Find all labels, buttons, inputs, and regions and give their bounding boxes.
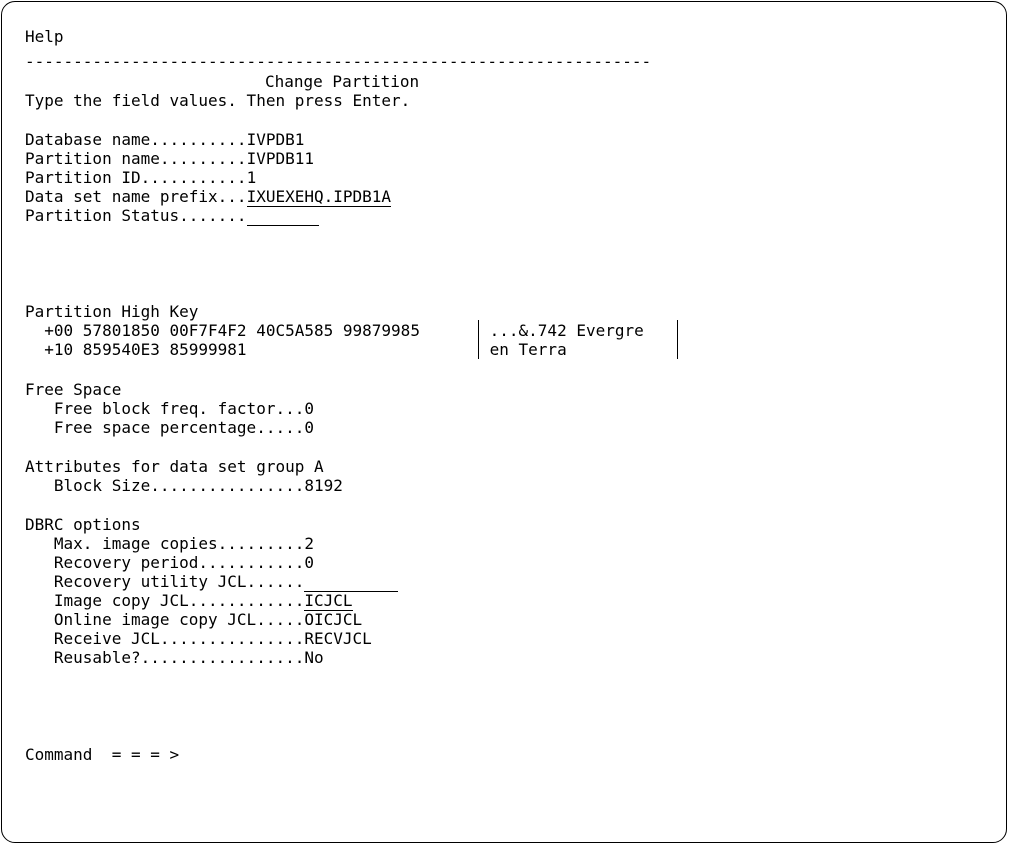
reusable-row: Reusable?.................No: [25, 648, 324, 668]
dbrc-heading: DBRC options: [25, 515, 141, 534]
recovery-period-value[interactable]: 0: [304, 553, 314, 572]
reusable-label: Reusable?.................: [25, 648, 305, 667]
dsn-prefix-label: Data set name prefix...: [25, 187, 247, 206]
panel-instruction: Type the field values. Then press Enter.: [25, 91, 411, 110]
reusable-value[interactable]: No: [304, 648, 323, 667]
command-prompt: Command = = = >: [25, 745, 180, 764]
terminal-screen: Help -----------------------------------…: [0, 0, 1010, 846]
database-name-row: Database name..........IVPDB1: [25, 130, 304, 150]
receive-jcl-label: Receive JCL...............: [25, 629, 305, 648]
high-key-divider-left: [478, 320, 479, 340]
high-key-chars-row-1: en Terra: [480, 340, 567, 359]
receive-jcl-row: Receive JCL...............RECVJCL: [25, 629, 372, 649]
block-size-label: Block Size................: [25, 476, 305, 495]
high-key-divider-left: [478, 339, 479, 359]
max-image-copies-value[interactable]: 2: [304, 534, 314, 553]
high-key-divider-right: [677, 320, 678, 340]
partition-status-label: Partition Status.......: [25, 206, 247, 225]
database-name-value: IVPDB1: [246, 130, 305, 149]
free-space-pct-row: Free space percentage.....0: [25, 418, 314, 438]
partition-name-row: Partition name.........IVPDB11: [25, 149, 314, 169]
image-copy-jcl-label: Image copy JCL............: [25, 591, 305, 610]
max-image-copies-row: Max. image copies.........2: [25, 534, 314, 554]
partition-name-label: Partition name.........: [25, 149, 247, 168]
partition-status-row: Partition Status.......: [25, 206, 319, 226]
recovery-utility-jcl-label: Recovery utility JCL......: [25, 572, 305, 591]
image-copy-jcl-input[interactable]: ICJCL: [304, 591, 353, 611]
dsn-prefix-row: Data set name prefix...IXUEXEHQ.IPDB1A: [25, 187, 392, 207]
high-key-chars-row-0: ...&.742 Evergre: [480, 321, 644, 340]
panel-title: Change Partition: [265, 72, 420, 91]
recovery-period-row: Recovery period...........0: [25, 553, 314, 573]
separator-line: ----------------------------------------…: [25, 52, 652, 71]
high-key-divider-right: [677, 339, 678, 359]
recovery-utility-jcl-row: Recovery utility JCL......: [25, 572, 399, 592]
receive-jcl-value[interactable]: RECVJCL: [304, 629, 371, 648]
dsn-prefix-input[interactable]: IXUEXEHQ.IPDB1A: [246, 187, 392, 207]
free-space-heading: Free Space: [25, 380, 122, 399]
free-block-freq-row: Free block freq. factor...0: [25, 399, 314, 419]
high-key-heading: Partition High Key: [25, 302, 199, 321]
online-image-copy-jcl-value[interactable]: OICJCL: [304, 610, 362, 629]
free-space-pct-label: Free space percentage.....: [25, 418, 305, 437]
partition-id-row: Partition ID...........1: [25, 168, 256, 188]
recovery-period-label: Recovery period...........: [25, 553, 305, 572]
max-image-copies-label: Max. image copies.........: [25, 534, 305, 553]
partition-status-input[interactable]: [246, 206, 319, 226]
high-key-hex-row-0: +00 57801850 00F7F4F2 40C5A585 99879985: [25, 321, 420, 340]
attributes-heading: Attributes for data set group A: [25, 457, 324, 476]
online-image-copy-jcl-row: Online image copy JCL.....OICJCL: [25, 610, 362, 630]
free-block-freq-value[interactable]: 0: [304, 399, 314, 418]
partition-name-value: IVPDB11: [246, 149, 314, 168]
database-name-label: Database name..........: [25, 130, 247, 149]
partition-id-label: Partition ID...........: [25, 168, 247, 187]
online-image-copy-jcl-label: Online image copy JCL.....: [25, 610, 305, 629]
high-key-hex-row-1: +10 859540E3 85999981: [25, 340, 247, 359]
command-line: Command = = = >: [25, 745, 179, 765]
block-size-value[interactable]: 8192: [304, 476, 343, 495]
free-space-pct-value[interactable]: 0: [304, 418, 314, 437]
free-block-freq-label: Free block freq. factor...: [25, 399, 305, 418]
help-menu[interactable]: Help: [25, 27, 64, 47]
recovery-utility-jcl-input[interactable]: [304, 572, 399, 592]
block-size-row: Block Size................8192: [25, 476, 343, 496]
image-copy-jcl-row: Image copy JCL............ICJCL: [25, 591, 353, 611]
partition-id-value: 1: [246, 168, 257, 187]
